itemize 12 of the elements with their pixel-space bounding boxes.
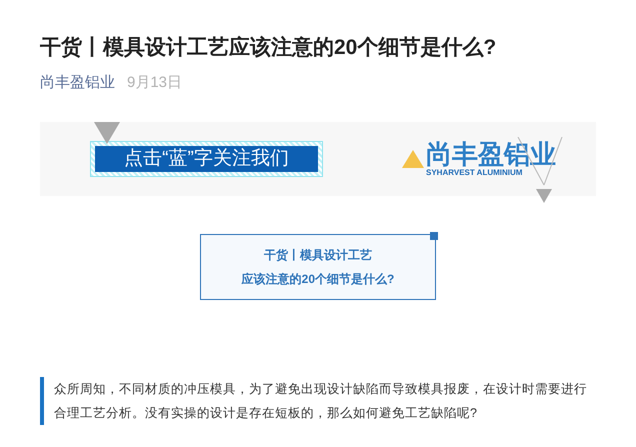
logo-subtitle: SYHARVEST ALUMINIUM xyxy=(426,168,522,178)
article-title: 干货丨模具设计工艺应该注意的20个细节是什么? xyxy=(40,34,498,61)
follow-banner[interactable]: 点击“蓝”字关注我们 xyxy=(90,141,323,177)
publish-date: 9月13日 xyxy=(127,73,182,93)
triangle-icon xyxy=(94,122,120,144)
follow-text: 点击“蓝”字关注我们 xyxy=(95,146,318,172)
card-title-line: 干货丨模具设计工艺 xyxy=(264,247,372,263)
logo-name: 尚丰盈铝业 xyxy=(426,140,556,168)
card-title-line: 应该注意的20个细节是什么? xyxy=(242,271,394,287)
author-link[interactable]: 尚丰盈铝业 xyxy=(40,73,115,93)
striped-triangle-icon xyxy=(402,150,424,168)
intro-paragraph: 众所周知，不同材质的冲压模具，为了避免出现设计缺陷而导致模具报废，在设计时需要进行合理工艺分析。没有实操的设计是存在短板的，那么如何避免工艺缺陷呢? xyxy=(53,381,588,422)
